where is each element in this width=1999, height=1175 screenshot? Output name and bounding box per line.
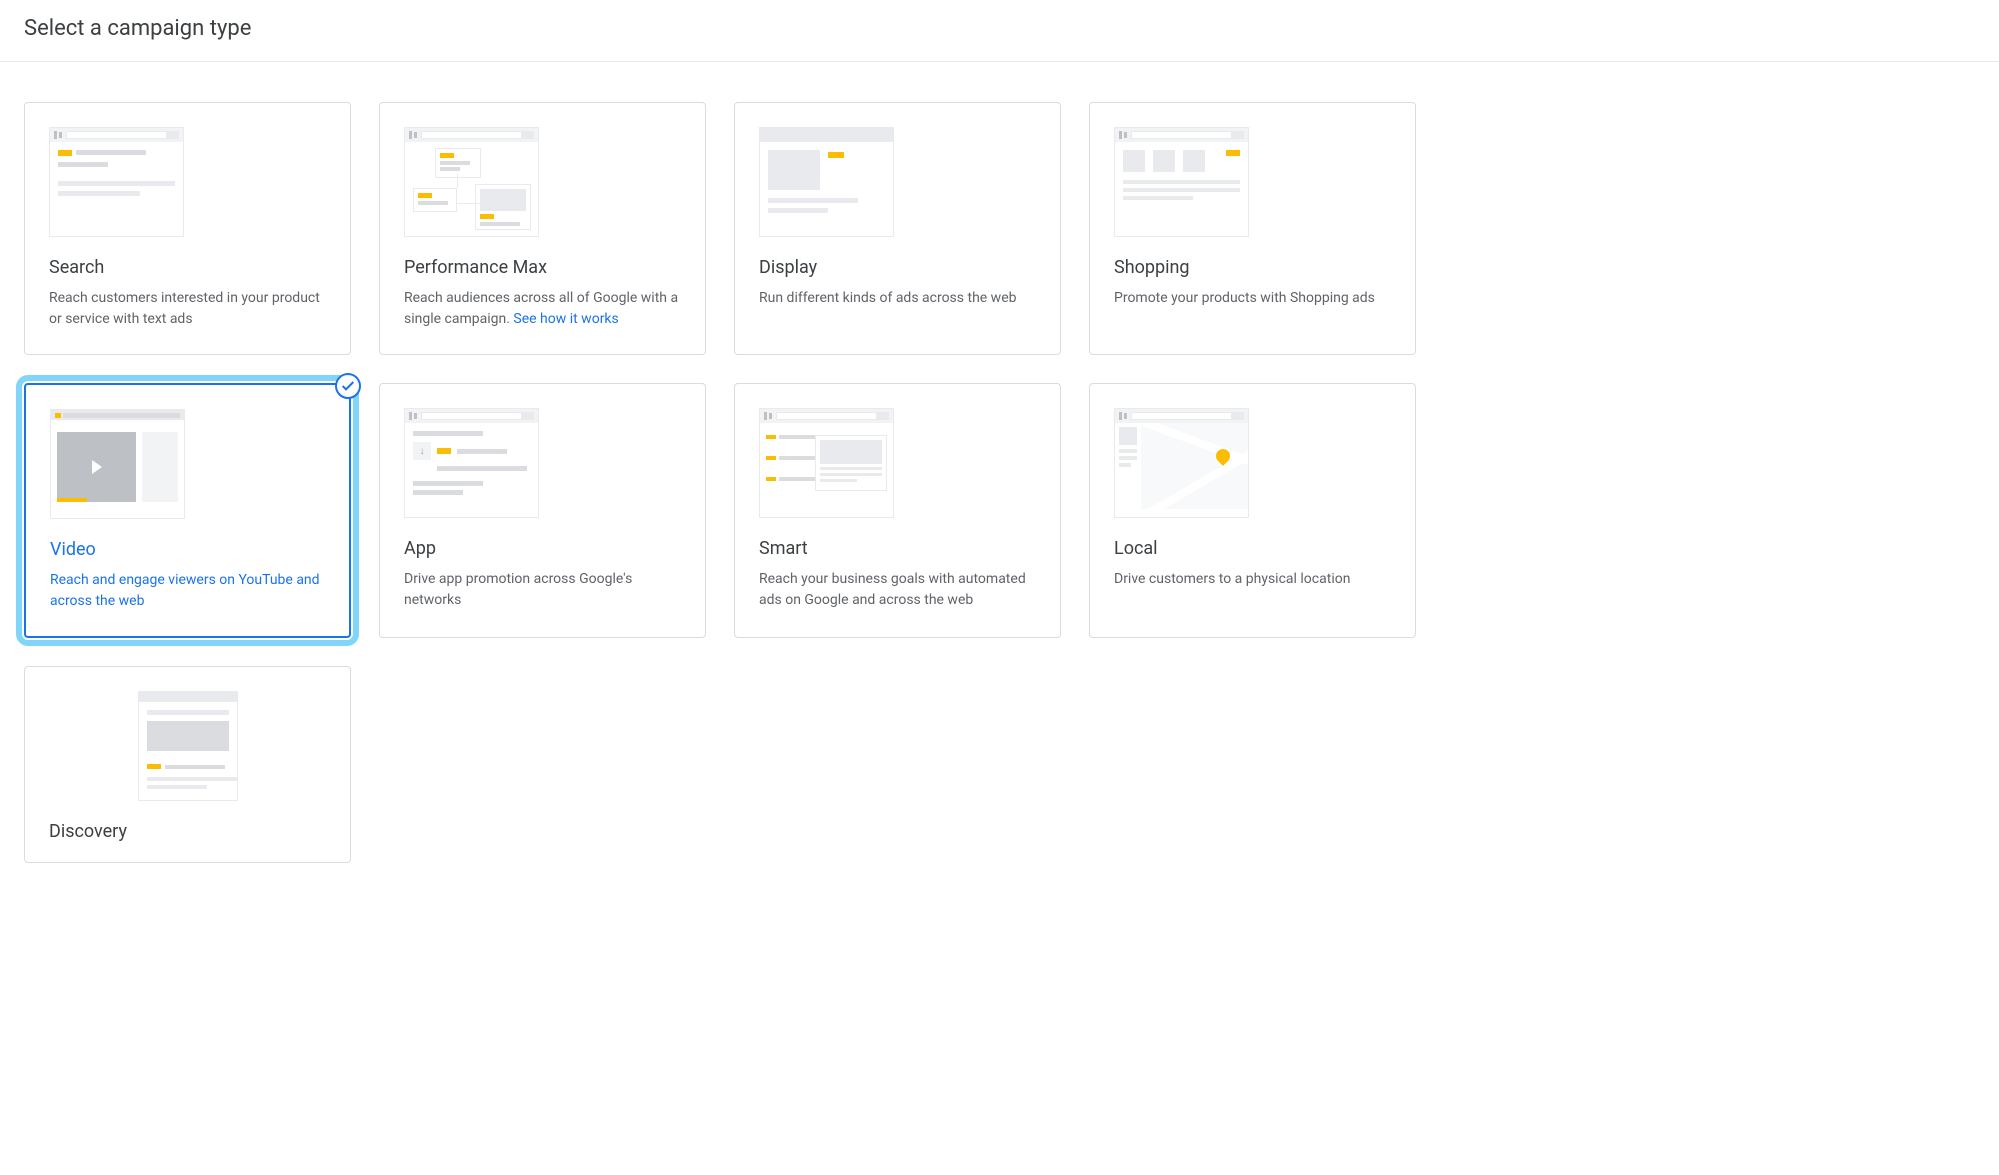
- discovery-thumbnail-icon: [138, 691, 238, 801]
- display-thumbnail-icon: [759, 127, 894, 237]
- card-title: Performance Max: [404, 257, 681, 278]
- card-title: Local: [1114, 538, 1391, 559]
- page-title: Select a campaign type: [24, 16, 1975, 41]
- card-description: Reach customers interested in your produ…: [49, 288, 326, 330]
- card-title: Smart: [759, 538, 1036, 559]
- campaign-type-grid: Search Reach customers interested in you…: [0, 62, 1440, 903]
- card-description: Drive app promotion across Google's netw…: [404, 569, 681, 611]
- download-icon: ↓: [413, 442, 431, 460]
- card-title: Display: [759, 257, 1036, 278]
- app-thumbnail-icon: ↓: [404, 408, 539, 518]
- campaign-card-discovery[interactable]: Discovery: [24, 666, 351, 863]
- card-description: Reach audiences across all of Google wit…: [404, 288, 681, 330]
- campaign-card-performance-max[interactable]: Performance Max Reach audiences across a…: [379, 102, 706, 355]
- card-title: Shopping: [1114, 257, 1391, 278]
- card-description: Reach and engage viewers on YouTube and …: [50, 570, 325, 612]
- campaign-card-smart[interactable]: Smart Reach your business goals with aut…: [734, 383, 1061, 638]
- campaign-card-display[interactable]: Display Run different kinds of ads acros…: [734, 102, 1061, 355]
- card-description: Promote your products with Shopping ads: [1114, 288, 1391, 309]
- campaign-card-local[interactable]: Local Drive customers to a physical loca…: [1089, 383, 1416, 638]
- card-description: Drive customers to a physical location: [1114, 569, 1391, 590]
- card-description: Reach your business goals with automated…: [759, 569, 1036, 611]
- see-how-it-works-link[interactable]: See how it works: [513, 311, 618, 327]
- shopping-thumbnail-icon: [1114, 127, 1249, 237]
- campaign-card-shopping[interactable]: Shopping Promote your products with Shop…: [1089, 102, 1416, 355]
- card-title: Discovery: [49, 821, 326, 842]
- card-title: App: [404, 538, 681, 559]
- card-title: Video: [50, 539, 325, 560]
- card-description: Run different kinds of ads across the we…: [759, 288, 1036, 309]
- card-title: Search: [49, 257, 326, 278]
- video-thumbnail-icon: [50, 409, 185, 519]
- local-thumbnail-icon: [1114, 408, 1249, 518]
- selected-check-icon: [335, 373, 361, 399]
- campaign-card-video[interactable]: Video Reach and engage viewers on YouTub…: [24, 383, 351, 638]
- performance-max-thumbnail-icon: [404, 127, 539, 237]
- search-thumbnail-icon: [49, 127, 184, 237]
- page-header: Select a campaign type: [0, 0, 1999, 62]
- campaign-card-app[interactable]: ↓ App Drive app promotion across Google'…: [379, 383, 706, 638]
- smart-thumbnail-icon: [759, 408, 894, 518]
- campaign-card-search[interactable]: Search Reach customers interested in you…: [24, 102, 351, 355]
- play-icon: [92, 460, 102, 474]
